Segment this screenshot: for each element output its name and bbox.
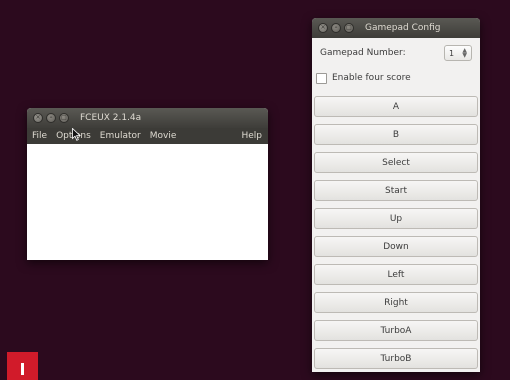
four-score-label: Enable four score	[332, 73, 411, 83]
minimize-icon[interactable]: –	[46, 113, 56, 123]
fceux-window: ✕ – □ FCEUX 2.1.4a File Options Emulator…	[27, 108, 268, 260]
button-up[interactable]: Up	[314, 208, 478, 229]
button-b[interactable]: B	[314, 124, 478, 145]
button-down[interactable]: Down	[314, 236, 478, 257]
menu-help[interactable]: Help	[241, 131, 262, 141]
fceux-menubar: File Options Emulator Movie Help	[27, 128, 268, 144]
section-badge	[7, 352, 38, 380]
button-turbo-a[interactable]: TurboA	[314, 320, 478, 341]
close-icon[interactable]: ✕	[318, 23, 328, 33]
fceux-title: FCEUX 2.1.4a	[80, 113, 142, 123]
menu-emulator[interactable]: Emulator	[100, 131, 141, 141]
four-score-row[interactable]: Enable four score	[312, 68, 480, 88]
fceux-titlebar[interactable]: ✕ – □ FCEUX 2.1.4a	[27, 108, 268, 128]
gamepad-number-value: 1	[449, 48, 455, 58]
gamepad-number-spinner[interactable]: 1 ▲ ▼	[444, 45, 472, 61]
menu-file[interactable]: File	[32, 131, 47, 141]
spin-arrows-icon[interactable]: ▲ ▼	[462, 48, 467, 59]
button-start[interactable]: Start	[314, 180, 478, 201]
gamepad-number-label: Gamepad Number:	[320, 48, 406, 58]
gamepad-config-window: ✕ – □ Gamepad Config Gamepad Number: 1 ▲…	[312, 18, 480, 372]
four-score-checkbox[interactable]	[316, 72, 327, 84]
maximize-icon[interactable]: □	[344, 23, 354, 33]
gamepad-title: Gamepad Config	[365, 23, 441, 33]
menu-movie[interactable]: Movie	[150, 131, 177, 141]
gamepad-button-list: A B Select Start Up Down Left Right Turb…	[314, 96, 478, 376]
button-a[interactable]: A	[314, 96, 478, 117]
minimize-icon[interactable]: –	[331, 23, 341, 33]
mouse-pointer-icon	[72, 128, 81, 141]
fceux-game-area[interactable]	[27, 144, 268, 260]
button-left[interactable]: Left	[314, 264, 478, 285]
gamepad-titlebar[interactable]: ✕ – □ Gamepad Config	[312, 18, 480, 38]
gamepad-number-row: Gamepad Number: 1 ▲ ▼	[312, 42, 480, 64]
maximize-icon[interactable]: □	[59, 113, 69, 123]
button-turbo-b[interactable]: TurboB	[314, 348, 478, 369]
button-right[interactable]: Right	[314, 292, 478, 313]
close-icon[interactable]: ✕	[33, 113, 43, 123]
button-select[interactable]: Select	[314, 152, 478, 173]
